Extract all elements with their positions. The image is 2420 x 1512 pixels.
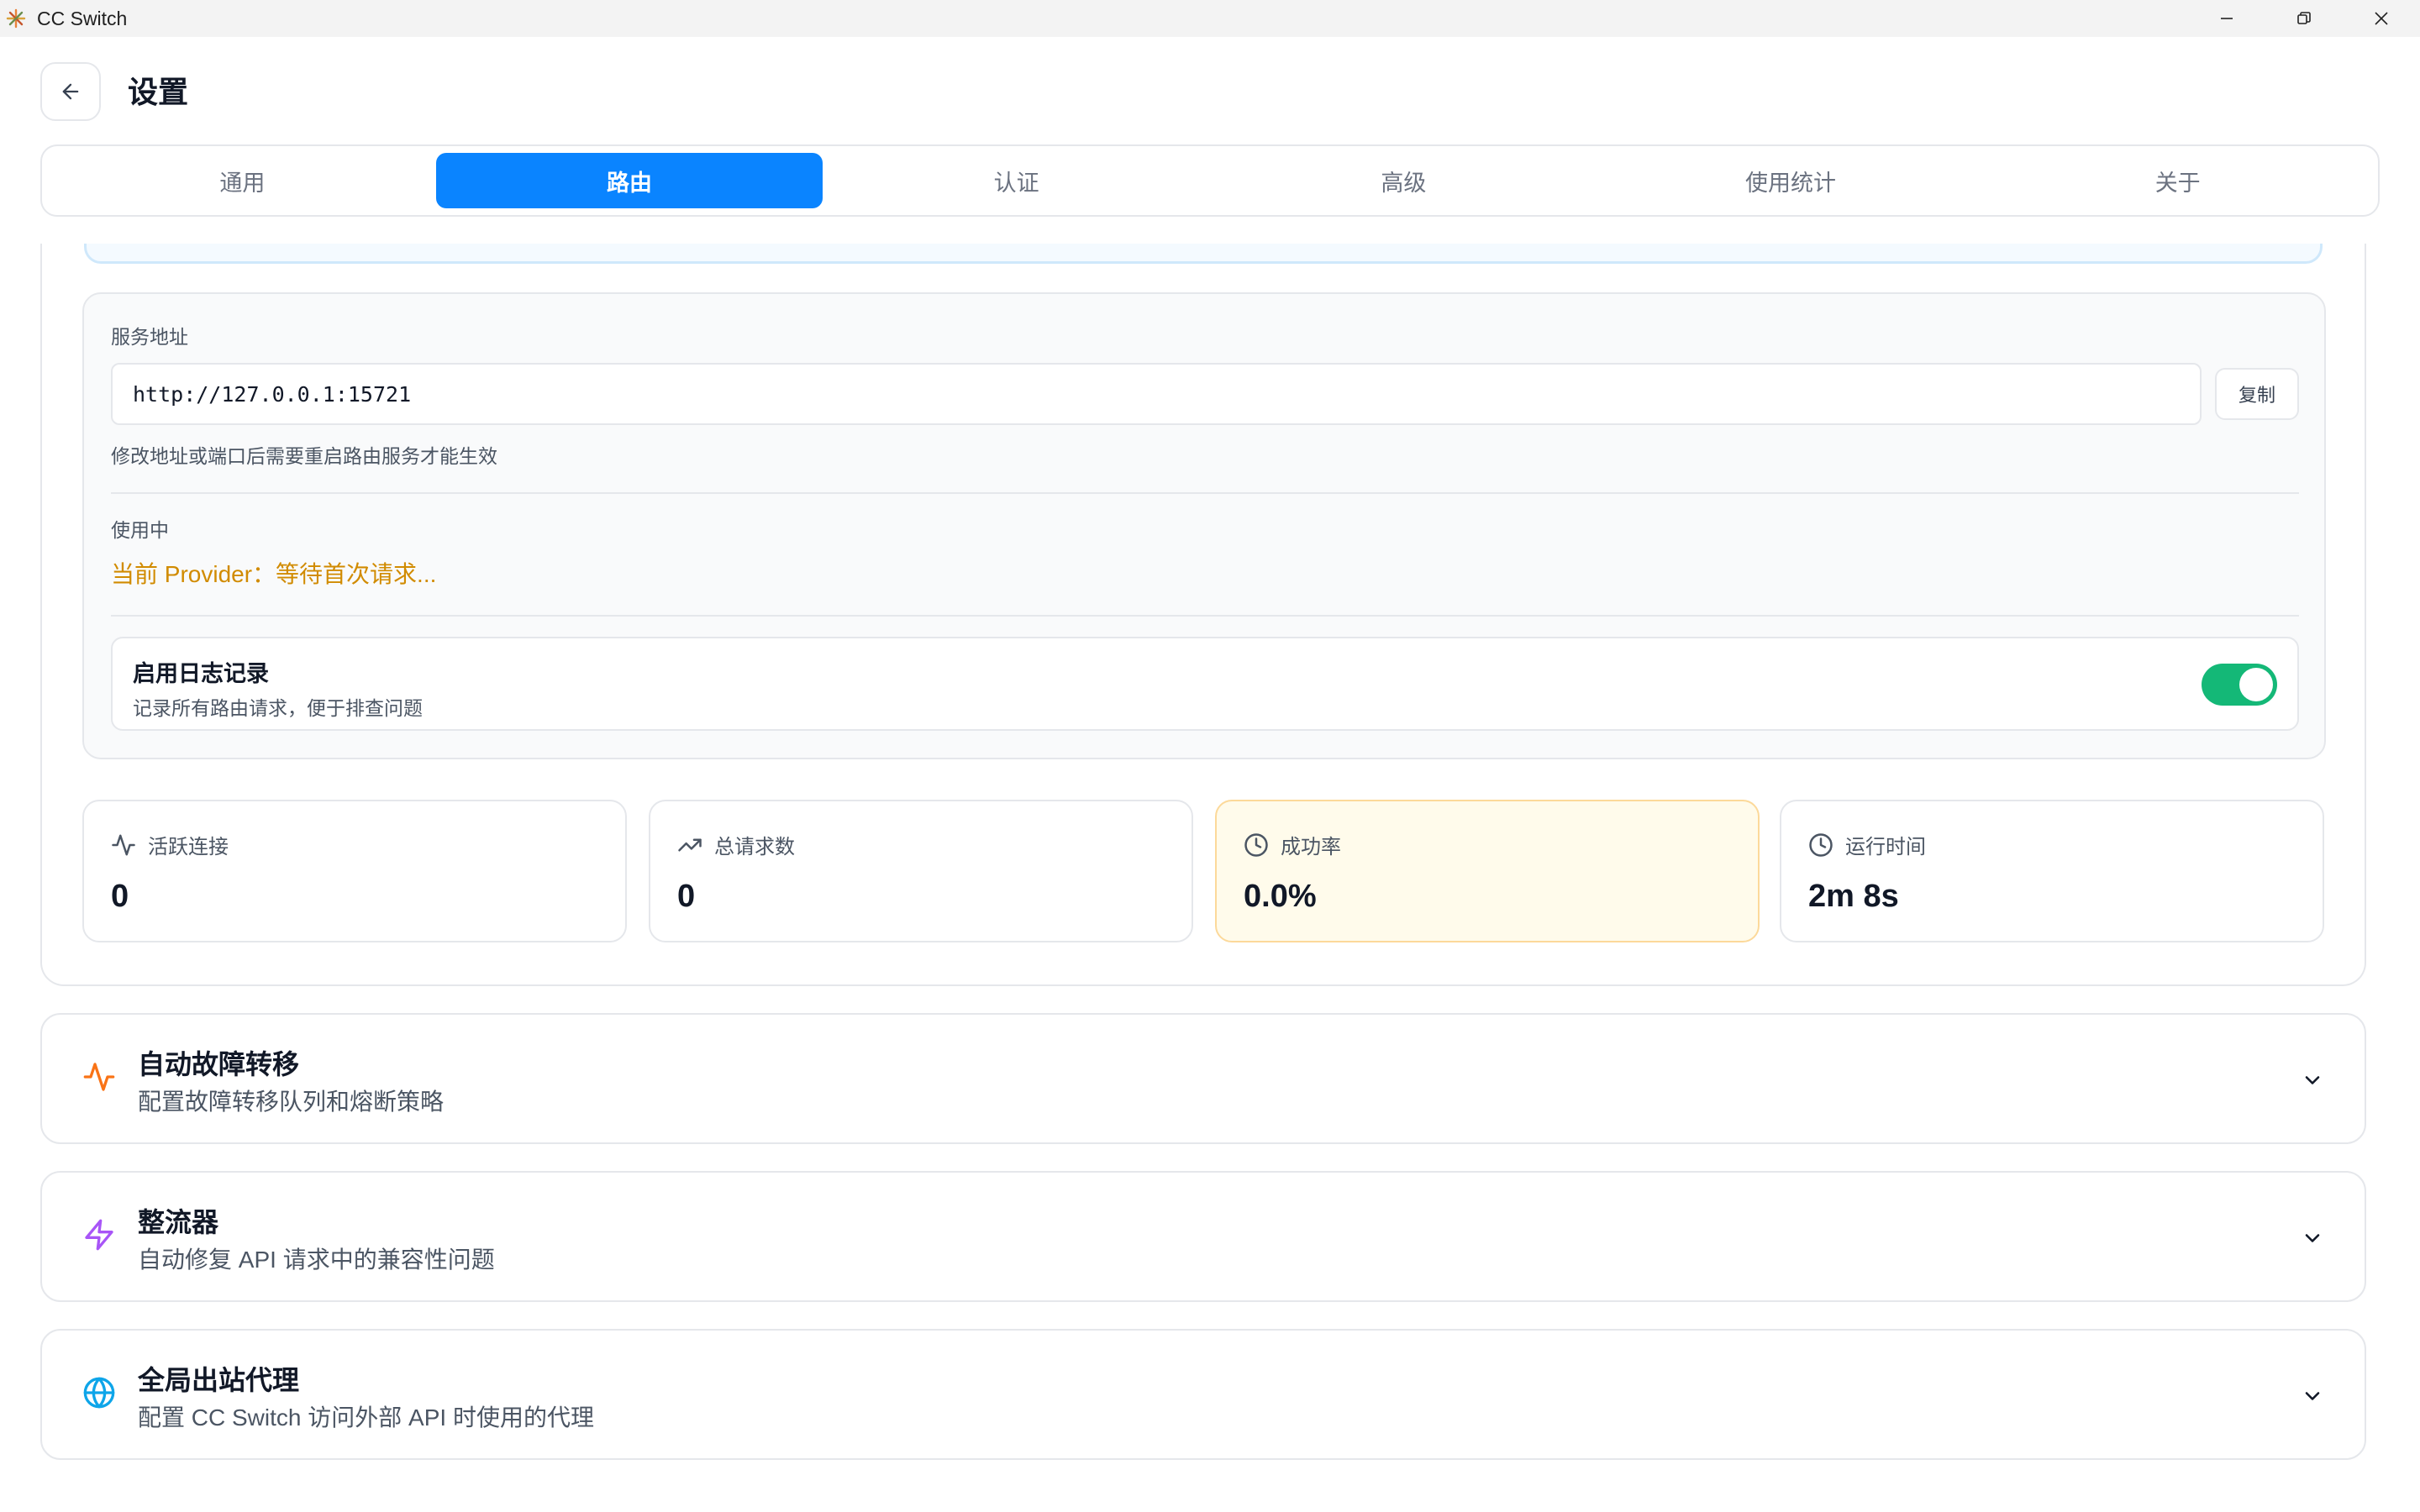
section-description: 配置故障转移队列和熔断策略 [138,1089,445,1115]
stat-value: 0 [677,879,696,914]
divider [111,492,2299,494]
stat-label: 成功率 [1281,836,1341,858]
logging-toggle[interactable] [2202,664,2277,706]
section-title: 全局出站代理 [138,1365,300,1395]
activity-icon [112,834,135,855]
service-panel: 服务地址 http://127.0.0.1:15721 复制 修改地址或端口后需… [82,292,2326,759]
stat-value: 2m 8s [1808,879,1899,914]
logging-title: 启用日志记录 [133,661,269,686]
tab-routing[interactable]: 路由 [435,153,823,208]
logging-setting-row: 启用日志记录 记录所有路由请求，便于排查问题 [111,637,2299,731]
close-icon [2375,12,2388,25]
address-hint: 修改地址或端口后需要重启路由服务才能生效 [111,445,497,467]
rectifier-section[interactable]: 整流器 自动修复 API 请求中的兼容性问题 [40,1171,2366,1302]
stat-card-total-requests: 总请求数 0 [649,800,1193,942]
title-bar: CC Switch [0,0,2420,37]
toggle-knob [2239,668,2273,701]
section-description: 配置 CC Switch 访问外部 API 时使用的代理 [138,1404,594,1431]
global-proxy-section[interactable]: 全局出站代理 配置 CC Switch 访问外部 API 时使用的代理 [40,1329,2366,1460]
arrow-left-icon [62,83,79,100]
tab-general[interactable]: 通用 [49,153,436,208]
service-address-value: http://127.0.0.1:15721 [133,381,412,407]
clock-icon [1244,832,1268,857]
trending-up-icon [678,838,702,851]
settings-tabs: 通用 路由 认证 高级 使用统计 关于 [40,144,2380,217]
zap-icon [81,1216,118,1253]
info-banner-edge [84,244,2323,264]
copy-button[interactable]: 复制 [2215,368,2299,420]
chevron-down-icon[interactable] [2296,1379,2329,1413]
tab-advanced[interactable]: 高级 [1210,153,1597,208]
minimize-icon [2221,18,2233,19]
tab-about[interactable]: 关于 [1984,153,2371,208]
section-description: 自动修复 API 请求中的兼容性问题 [138,1247,495,1273]
tab-usage-stats[interactable]: 使用统计 [1597,153,1985,208]
failover-section[interactable]: 自动故障转移 配置故障转移队列和熔断策略 [40,1013,2366,1144]
logging-description: 记录所有路由请求，便于排查问题 [133,697,423,719]
globe-icon [81,1374,118,1411]
stat-card-success-rate: 成功率 0.0% [1215,800,1760,942]
clock-icon [1809,832,1833,857]
chevron-down-icon[interactable] [2296,1221,2329,1255]
restore-button[interactable] [2265,0,2343,37]
restore-icon [2297,12,2311,24]
minimize-button[interactable] [2188,0,2265,37]
section-title: 整流器 [138,1207,219,1237]
stat-card-active-connections: 活跃连接 0 [82,800,627,942]
current-provider-text: 当前 Provider：等待首次请求... [111,561,437,587]
stat-card-uptime: 运行时间 2m 8s [1780,800,2324,942]
stat-label: 运行时间 [1845,836,1926,858]
in-use-label: 使用中 [111,519,169,541]
divider [111,615,2299,617]
stat-label: 总请求数 [714,836,795,858]
close-window-button[interactable] [2343,0,2420,37]
back-button[interactable] [40,62,101,121]
stat-value: 0 [111,879,129,914]
service-address-field[interactable]: http://127.0.0.1:15721 [111,363,2202,425]
window-title: CC Switch [37,7,128,29]
activity-icon [81,1058,118,1095]
stat-label: 活跃连接 [148,836,229,858]
stat-value: 0.0% [1244,879,1317,914]
address-label: 服务地址 [111,326,188,348]
page-title: 设置 [128,75,189,109]
section-title: 自动故障转移 [138,1049,300,1079]
tab-auth[interactable]: 认证 [823,153,1210,208]
chevron-down-icon[interactable] [2296,1063,2329,1097]
app-logo-icon [5,8,27,29]
window-controls [2188,0,2420,37]
